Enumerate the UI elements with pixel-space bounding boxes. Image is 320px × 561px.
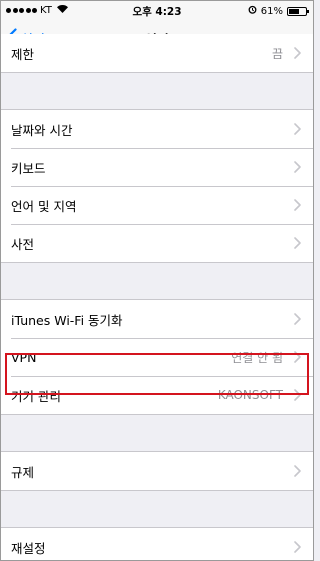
settings-row[interactable]: 언어 및 지역	[1, 186, 313, 224]
settings-group: 날짜와 시간키보드언어 및 지역사전	[1, 109, 313, 263]
settings-row[interactable]: 사전	[1, 224, 313, 262]
chevron-right-icon	[291, 161, 303, 173]
settings-row-label: 기기 관리	[11, 388, 61, 404]
settings-row-detail: 연결 안 됨	[231, 350, 283, 365]
chevron-right-icon	[291, 199, 303, 211]
chevron-right-icon	[291, 123, 303, 135]
settings-row-detail: KAONSOFT	[217, 388, 283, 402]
settings-row[interactable]: 규제	[1, 452, 313, 490]
chevron-right-icon	[291, 465, 303, 477]
settings-row[interactable]: 재설정	[1, 528, 313, 560]
settings-row-label: 키보드	[11, 160, 46, 176]
settings-row[interactable]: 키보드	[1, 148, 313, 186]
settings-list: 제한 끔날짜와 시간키보드언어 및 지역사전 iTunes Wi-Fi 동기화 VPN…	[1, 34, 313, 560]
settings-row[interactable]: 날짜와 시간	[1, 110, 313, 148]
settings-group: 제한 끔	[1, 34, 313, 73]
settings-row-label: 언어 및 지역	[11, 198, 77, 214]
battery-icon	[287, 6, 309, 16]
settings-group: iTunes Wi-Fi 동기화 VPN 연결 안 됨기기 관리 KAONSOFT	[1, 299, 313, 415]
settings-group: 재설정	[1, 527, 313, 560]
battery-percent: 61%	[260, 5, 283, 17]
chevron-right-icon	[291, 313, 303, 325]
settings-row-label: iTunes Wi-Fi 동기화	[11, 312, 123, 328]
battery-fill	[289, 8, 299, 14]
chevron-right-icon	[291, 47, 303, 59]
status-bar: KT 오후 4:23 61%	[1, 1, 313, 21]
chevron-right-icon	[291, 237, 303, 249]
settings-row-detail: 끔	[271, 46, 283, 61]
chevron-right-icon	[291, 389, 303, 401]
settings-row[interactable]: iTunes Wi-Fi 동기화	[1, 300, 313, 338]
settings-row-label: 재설정	[11, 540, 46, 556]
settings-row-label: 날짜와 시간	[11, 122, 73, 138]
settings-row-label: 제한	[11, 46, 35, 62]
settings-row-label: VPN	[11, 349, 37, 365]
settings-screen: KT 오후 4:23 61% 설정 일반 제한끔날짜와 시간키보드언어 및 지역…	[1, 1, 313, 560]
settings-row-label: 사전	[11, 236, 35, 252]
alarm-icon	[248, 5, 257, 17]
chevron-right-icon	[291, 351, 303, 363]
settings-group: 규제	[1, 451, 313, 491]
settings-row-label: 규제	[11, 464, 35, 480]
settings-row[interactable]: VPN 연결 안 됨	[1, 338, 313, 376]
settings-row[interactable]: 기기 관리 KAONSOFT	[1, 376, 313, 414]
settings-row[interactable]: 제한 끔	[1, 34, 313, 72]
status-right: 61%	[248, 5, 309, 17]
chevron-right-icon	[291, 541, 303, 553]
